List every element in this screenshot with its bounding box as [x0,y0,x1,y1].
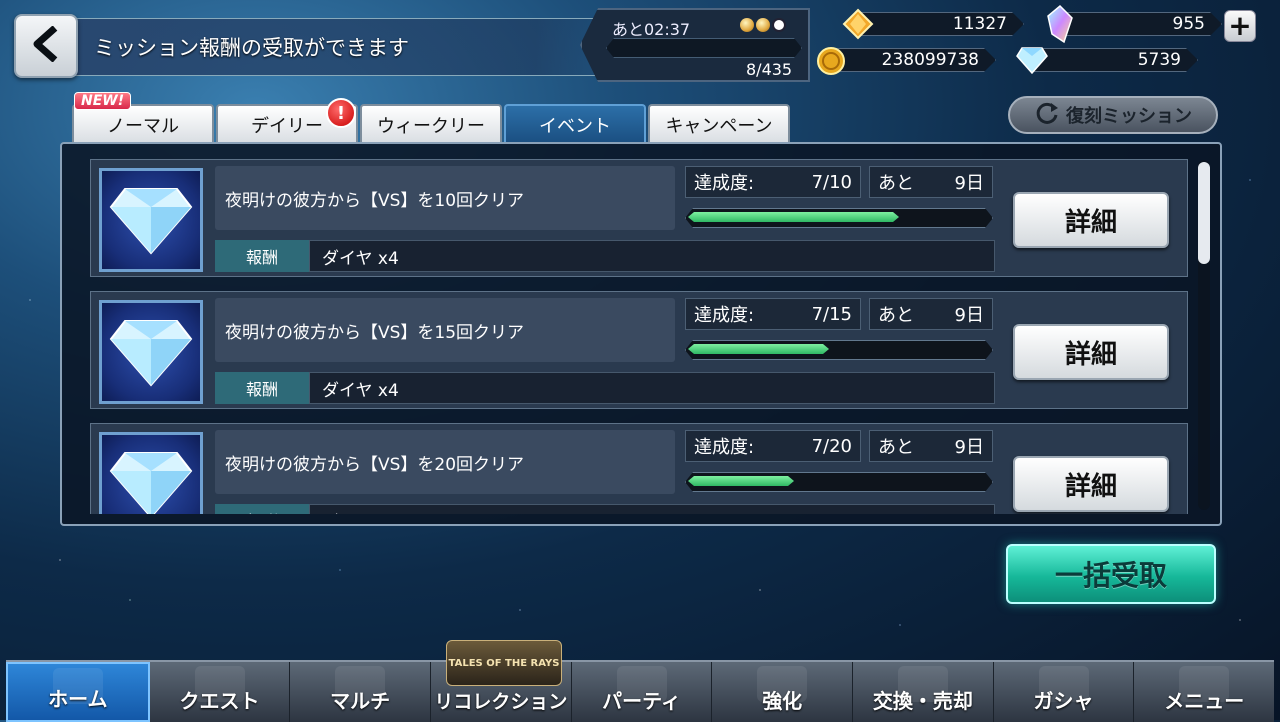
plus-icon: + [1228,9,1252,42]
mission-title: 夜明けの彼方から【VS】を10回クリア [215,166,675,230]
detail-button[interactable]: 詳細 [1013,324,1169,380]
nav-party[interactable]: パーティ [572,662,713,722]
collect-all-button[interactable]: 一括受取 [1006,544,1216,604]
progress-bar [685,340,993,360]
page-title: ミッション報酬の受取ができます [94,36,409,60]
progress-display: 達成度: 7/10 [685,166,861,198]
stamina-bar [606,38,802,58]
reward-value: ダイヤ x4 [309,240,995,272]
back-button[interactable] [14,14,78,78]
diamond-icon [1016,46,1048,78]
mission-row: 夜明けの彼方から【VS】を15回クリア 達成度: 7/15 あと 9日 報酬 ダ… [90,291,1188,409]
refresh-icon [1034,100,1060,131]
progress-label: 達成度: [694,437,755,458]
reward-label: 報酬 [215,240,309,272]
rainbow-crystal-icon [1046,4,1074,48]
party-icon [616,666,667,702]
tab-campaign[interactable]: キャンペーン [648,104,790,144]
orange-crystal-icon [842,8,874,44]
reprint-label: 復刻ミッション [1066,106,1192,127]
progress-bar [685,472,993,492]
remaining-time: あと 9日 [869,298,993,330]
menu-icon [1179,666,1230,702]
rainbow-crystal-counter: 955 [1062,12,1222,36]
detail-button[interactable]: 詳細 [1013,456,1169,512]
enhance-icon [757,666,808,702]
stamina-count: 8/435 [746,60,793,79]
mission-row: 夜明けの彼方から【VS】を10回クリア 達成度: 7/10 あと 9日 報酬 ダ… [90,159,1188,277]
tab-weekly[interactable]: ウィークリー [360,104,502,144]
back-arrow-icon [33,25,59,66]
nav-multi[interactable]: マルチ [290,662,432,722]
home-icon [52,668,103,704]
exchange-icon [897,666,948,702]
gacha-icon [1038,666,1089,702]
add-currency-button[interactable]: + [1224,10,1256,42]
remaining-time: あと 9日 [869,166,993,198]
remaining-value: 9日 [954,305,984,326]
nav-home[interactable]: ホーム [6,662,150,722]
mission-title: 夜明けの彼方から【VS】を20回クリア [215,430,675,494]
reward-diamond-icon [99,300,203,404]
reward-label: 報酬 [215,372,309,404]
new-badge: NEW! [74,92,132,110]
scrollbar-thumb[interactable] [1198,162,1210,264]
bottom-nav: ホーム クエスト マルチ リコレクション パーティ 強化 交換・売却 ガシャ メ… [6,660,1274,722]
gald-coin-icon [816,46,846,80]
stamina-orbs [740,18,786,32]
remaining-value: 9日 [954,437,984,458]
diamond-counter: 5739 [1030,48,1198,72]
multi-icon [335,666,386,702]
progress-label: 達成度: [694,305,755,326]
progress-value: 7/10 [811,171,852,193]
remaining-value: 9日 [954,173,984,194]
progress-label: 達成度: [694,173,755,194]
mission-title: 夜明けの彼方から【VS】を15回クリア [215,298,675,362]
alert-icon: ! [326,98,356,128]
nav-enhance[interactable]: 強化 [712,662,854,722]
nav-gacha[interactable]: ガシャ [994,662,1135,722]
gald-counter: 238099738 [830,48,996,72]
orb-full-icon [740,18,754,32]
nav-exchange[interactable]: 交換・売却 [853,662,994,722]
stamina-timer: あと02:37 [612,20,691,39]
reward-diamond-icon [99,168,203,272]
nav-label: リコレクション [434,691,568,713]
progress-value: 7/15 [811,303,852,325]
game-logo: TALES OF THE RAYS [446,640,562,686]
mission-list[interactable]: 夜明けの彼方から【VS】を10回クリア 達成度: 7/10 あと 9日 報酬 ダ… [62,148,1192,514]
progress-fill [688,476,794,486]
tab-normal[interactable]: ノーマル [72,104,214,144]
remaining-label: あと [878,305,914,326]
remaining-time: あと 9日 [869,430,993,462]
nav-menu[interactable]: メニュー [1134,662,1274,722]
remaining-label: あと [878,173,914,194]
nav-quest[interactable]: クエスト [150,662,291,722]
reward-label: 報酬 [215,504,309,514]
reward-diamond-icon [99,432,203,514]
progress-fill [688,212,899,222]
quest-icon [194,666,245,702]
mission-row: 夜明けの彼方から【VS】を20回クリア 達成度: 7/20 あと 9日 報酬 ダ… [90,423,1188,514]
progress-bar [685,208,993,228]
reward-value: ダイヤ x4 [309,504,995,514]
progress-fill [688,344,829,354]
progress-display: 達成度: 7/20 [685,430,861,462]
orb-full-icon [756,18,770,32]
orb-empty-icon [772,18,786,32]
reprint-missions-button[interactable]: 復刻ミッション [1008,96,1218,134]
tab-event[interactable]: イベント [504,104,646,144]
detail-button[interactable]: 詳細 [1013,192,1169,248]
progress-display: 達成度: 7/15 [685,298,861,330]
orange-crystal-counter: 11327 [856,12,1024,36]
reward-value: ダイヤ x4 [309,372,995,404]
progress-value: 7/20 [811,435,852,457]
remaining-label: あと [878,437,914,458]
